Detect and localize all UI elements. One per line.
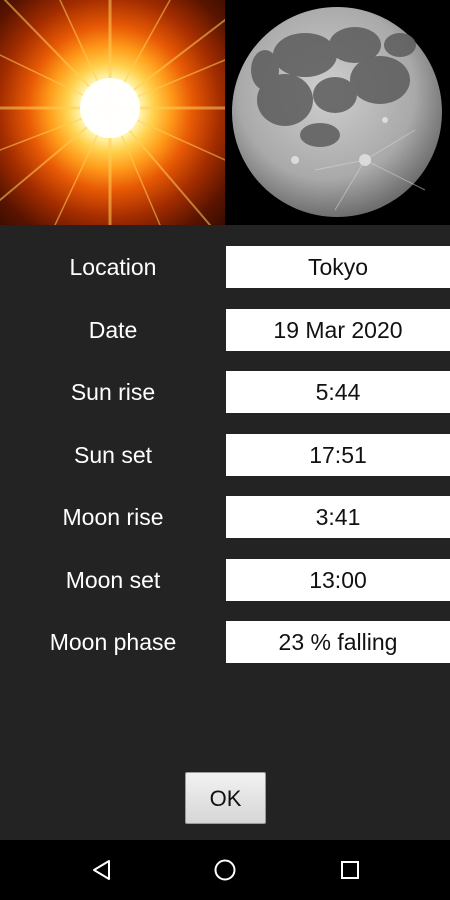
moon-rise-value: 3:41: [226, 496, 450, 538]
back-triangle-icon: [93, 860, 110, 880]
recents-button[interactable]: [320, 840, 380, 900]
row-location: Location Tokyo: [0, 245, 450, 289]
navigation-bar: [0, 840, 450, 900]
row-moon-set: Moon set 13:00: [0, 558, 450, 602]
row-date: Date 19 Mar 2020: [0, 308, 450, 352]
moon-rise-label: Moon rise: [62, 504, 164, 530]
row-moon-rise: Moon rise 3:41: [0, 495, 450, 539]
sun-set-label: Sun set: [74, 442, 152, 468]
sun-rise-label: Sun rise: [70, 379, 156, 405]
sun-set-value: 17:51: [226, 434, 450, 476]
info-panel: Location Tokyo Date 19 Mar 2020 Sun rise…: [0, 225, 450, 840]
sun-icon: [0, 0, 225, 225]
moon-phase-value: 23 % falling: [226, 621, 450, 663]
recents-square-icon: [341, 861, 359, 879]
date-field[interactable]: 19 Mar 2020: [226, 309, 450, 351]
back-button[interactable]: [72, 840, 132, 900]
moon-icon: [225, 0, 450, 225]
header-images: [0, 0, 450, 225]
moon-set-label: Moon set: [65, 567, 161, 593]
location-label: Location: [69, 254, 157, 280]
row-sun-rise: Sun rise 5:44: [0, 370, 450, 414]
ok-button[interactable]: OK: [185, 772, 266, 824]
moon-set-value: 13:00: [226, 559, 450, 601]
row-sun-set: Sun set 17:51: [0, 433, 450, 477]
moon-phase-label: Moon phase: [49, 629, 177, 655]
home-circle-icon: [214, 859, 236, 881]
row-moon-phase: Moon phase 23 % falling: [0, 620, 450, 664]
sun-rise-value: 5:44: [226, 371, 450, 413]
date-label: Date: [88, 317, 138, 343]
location-field[interactable]: Tokyo: [226, 246, 450, 288]
home-button[interactable]: [195, 840, 255, 900]
